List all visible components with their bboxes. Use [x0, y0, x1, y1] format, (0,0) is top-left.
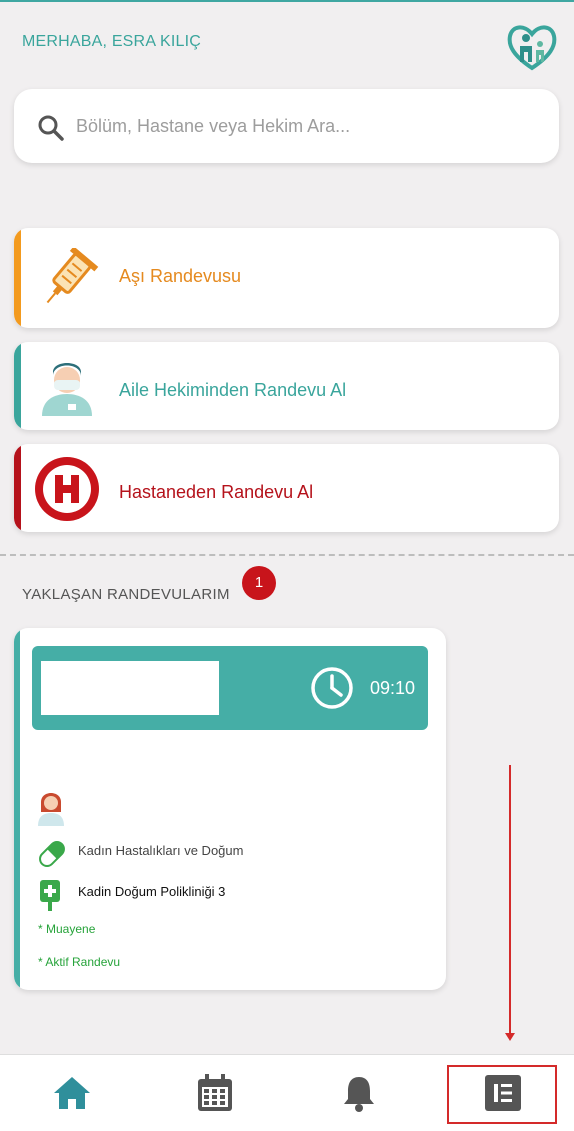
search-bar[interactable]: Bölüm, Hastane veya Hekim Ara... — [14, 89, 559, 163]
clock-icon — [310, 666, 354, 710]
nav-notifications[interactable] — [287, 1055, 430, 1131]
card-accent-bar — [14, 444, 21, 532]
bell-icon — [343, 1077, 374, 1112]
greeting-text: MERHABA, ESRA KILIÇ — [22, 33, 201, 50]
vaccine-appointment-card[interactable]: Aşı Randevusu — [14, 228, 559, 328]
department-text: Kadın Hastalıkları ve Doğum — [78, 843, 244, 858]
family-heart-logo-icon — [504, 18, 560, 74]
redacted-date-box — [41, 661, 219, 715]
syringe-icon — [36, 246, 100, 313]
top-accent-line — [0, 0, 574, 2]
annotation-arrow-line — [509, 765, 511, 1037]
hospital-h-icon — [34, 456, 100, 527]
appointment-status: * Aktif Randevu — [38, 955, 121, 969]
card-accent-bar — [14, 342, 21, 430]
female-doctor-icon — [36, 788, 66, 831]
annotation-highlight-box — [447, 1065, 557, 1124]
search-placeholder: Bölüm, Hastane veya Hekim Ara... — [76, 116, 351, 136]
hospital-appointment-card[interactable]: Hastaneden Randevu Al — [14, 444, 559, 532]
clinic-text: Kadin Doğum Polikliniği 3 — [78, 884, 226, 899]
doctor-icon — [38, 354, 96, 423]
hospital-appointment-label: Hastaneden Randevu Al — [119, 482, 314, 502]
nav-home[interactable] — [0, 1055, 143, 1131]
appointment-time: 09:10 — [370, 678, 416, 698]
appointment-type: * Muayene — [38, 922, 96, 936]
vaccine-appointment-label: Aşı Randevusu — [119, 266, 242, 286]
search-icon — [36, 113, 66, 143]
family-doctor-appointment-card[interactable]: Aile Hekiminden Randevu Al — [14, 342, 559, 430]
section-divider — [0, 554, 574, 556]
calendar-icon — [197, 1074, 232, 1111]
family-doctor-appointment-label: Aile Hekiminden Randevu Al — [119, 380, 347, 400]
card-accent-bar — [14, 228, 21, 328]
annotation-arrow-head — [505, 1033, 515, 1041]
appointment-count-badge: 1 — [242, 566, 276, 600]
appointment-header: 09:10 — [32, 646, 428, 730]
appointment-accent-bar — [14, 628, 20, 990]
nav-calendar[interactable] — [143, 1055, 286, 1131]
home-icon — [53, 1077, 90, 1109]
upcoming-appointments-title: YAKLAŞAN RANDEVULARIM — [22, 586, 230, 603]
pill-icon — [36, 838, 68, 875]
clinic-icon — [39, 878, 61, 917]
appointment-card[interactable]: 09:10 Kadın Hastalıkları ve Doğum Kadin … — [14, 628, 446, 990]
